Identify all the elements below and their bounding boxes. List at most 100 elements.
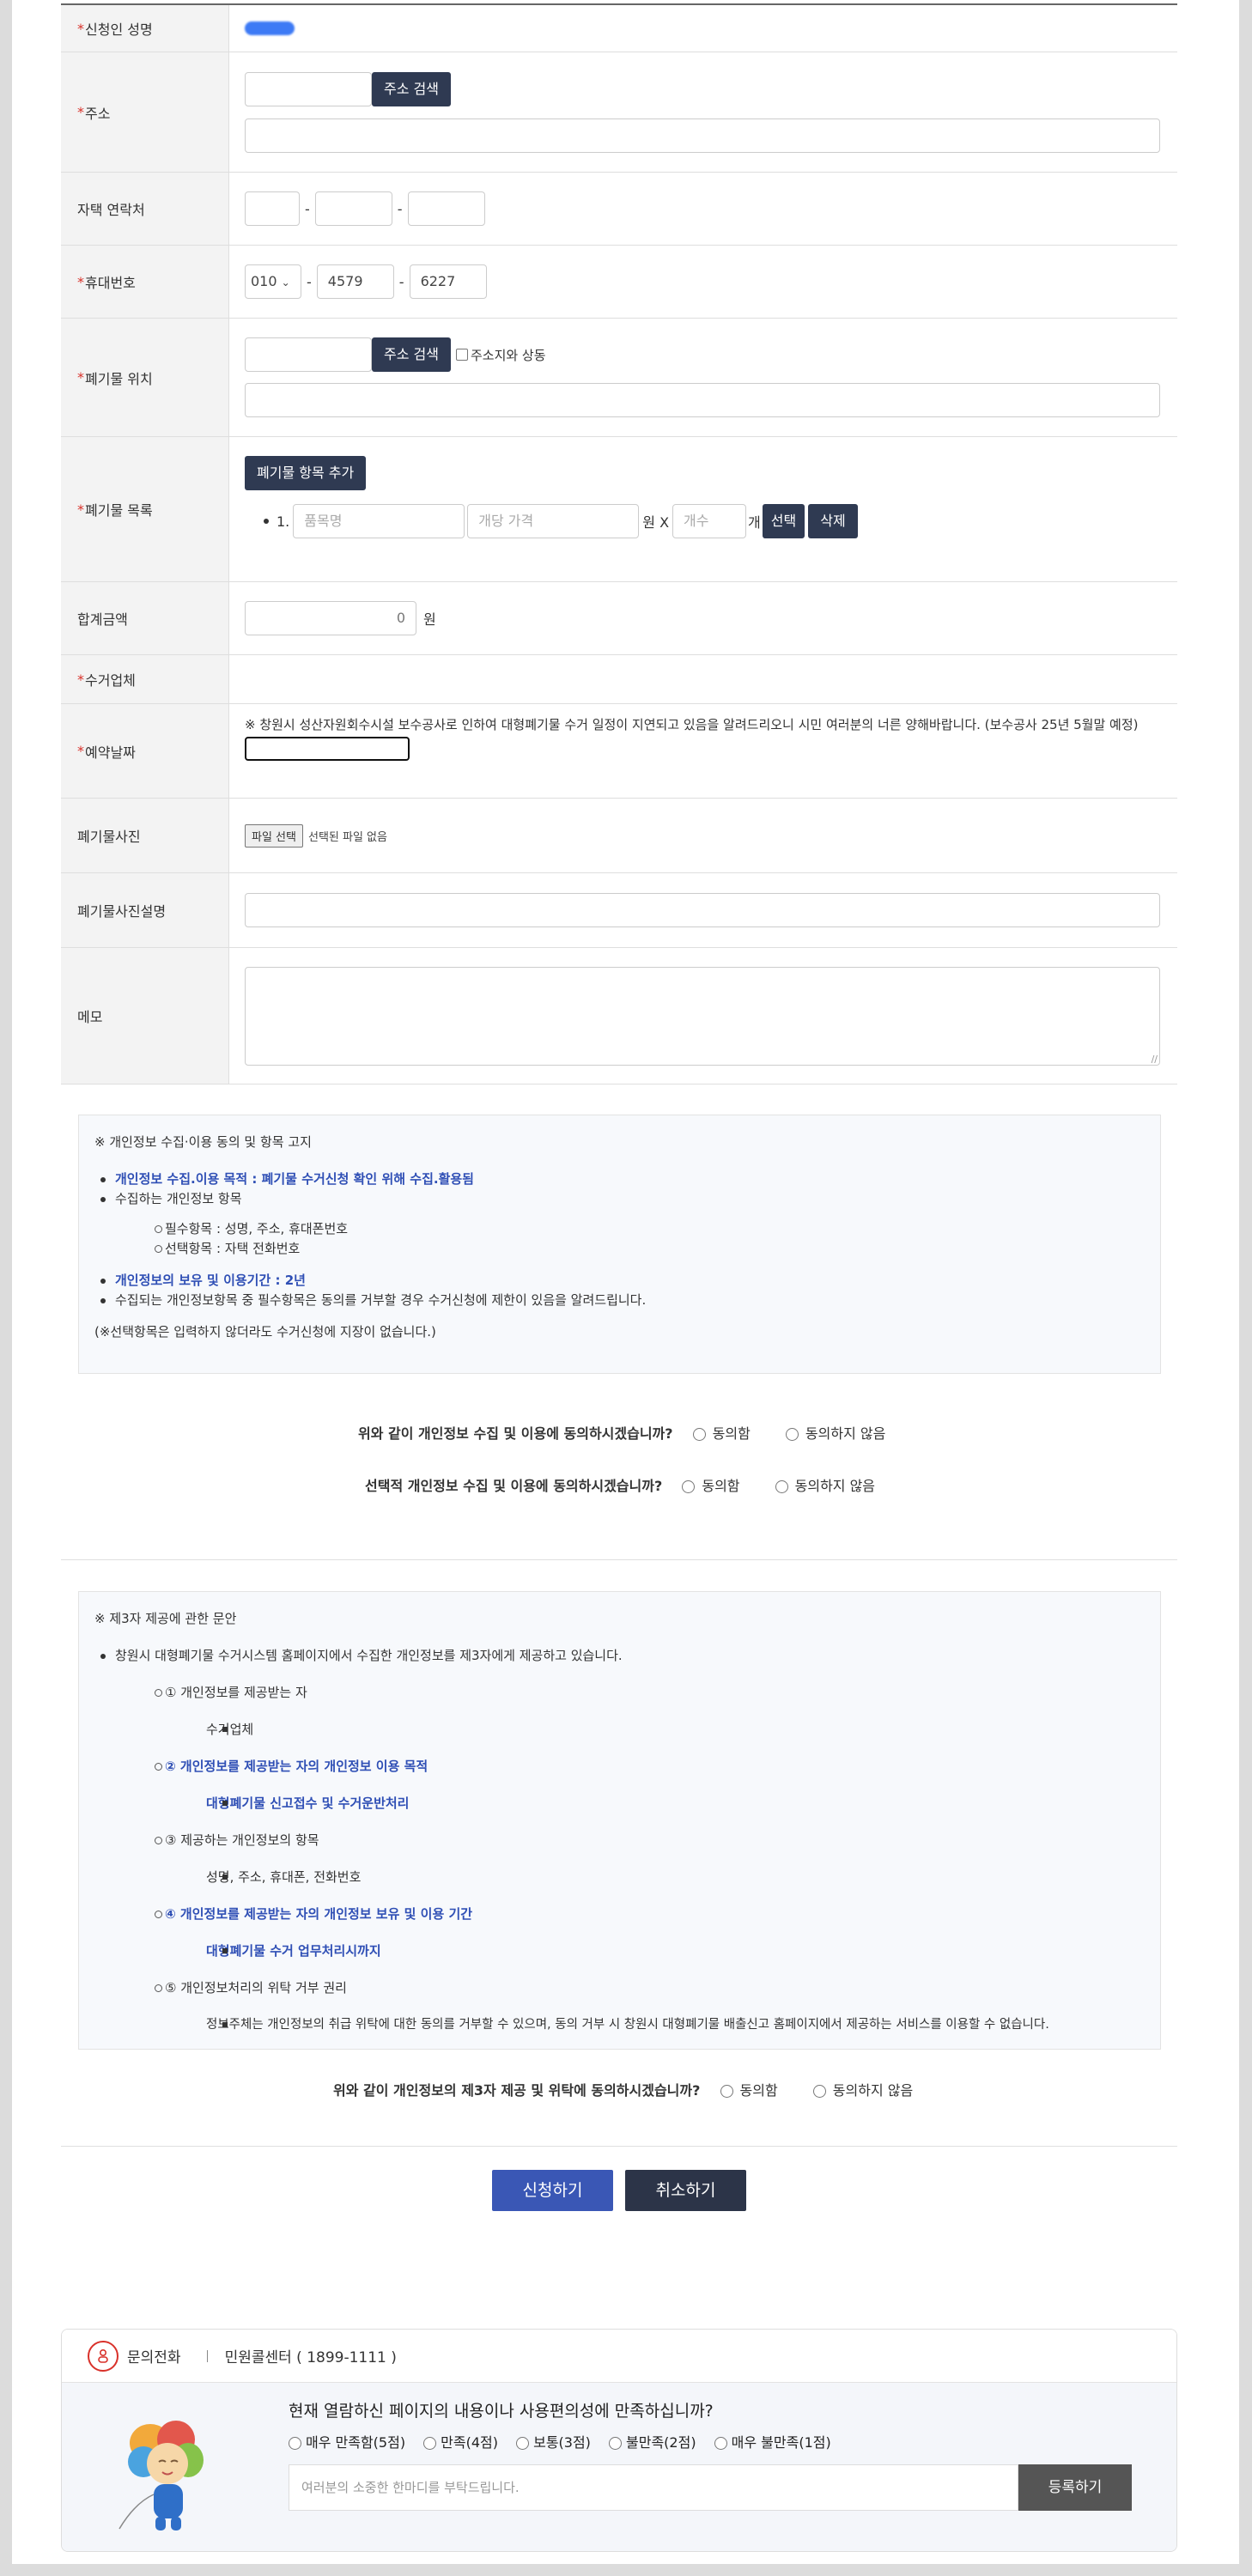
address-detail-input[interactable] [245, 118, 1160, 153]
row-applicant: * 신청인 성명 [61, 5, 1177, 52]
third-items-title: ③ 제공하는 개인정보의 항목 [94, 1831, 1145, 1850]
survey-option-2-radio[interactable] [609, 2437, 623, 2450]
row-photo: 폐기물사진 파일 선택 선택된 파일 없음 [61, 799, 1177, 873]
consent-collection-disagree-radio[interactable] [785, 1428, 799, 1441]
waste-list-label: 폐기물 목록 [85, 502, 153, 519]
consent-third-disagree-radio[interactable] [812, 2085, 826, 2098]
survey-options: 매우 만족함(5점) 만족(4점) 보통(3점) 불만족(2점) 매우 불만족(… [289, 2431, 831, 2451]
total-unit: 원 [423, 611, 436, 628]
memo-textarea[interactable]: ∕∕ [245, 967, 1160, 1066]
consent-third-agree-radio[interactable] [720, 2085, 733, 2098]
third-intro: 창원시 대형폐기물 수거시스템 홈페이지에서 수집한 개인정보를 제3자에게 제… [94, 1646, 1145, 1666]
same-address-checkbox[interactable] [455, 349, 468, 361]
third-recipient: 수거업체 [94, 1720, 1145, 1740]
photo-label: 폐기물사진 [77, 829, 141, 845]
row-photo-desc: 폐기물사진설명 [61, 873, 1177, 948]
consent-optional-question: 선택적 개인정보 수집 및 이용에 동의하시겠습니까? [365, 1478, 663, 1494]
date-input[interactable] [245, 737, 410, 761]
row-reservation-date: * 예약날짜 ※ 창원시 성산자원회수시설 보수공사로 인하여 대형폐기물 수거 … [61, 704, 1177, 799]
third-purpose: 대형폐기물 신고접수 및 수거운반처리 [94, 1794, 1145, 1814]
page: * 신청인 성명 * 주소 주소 검색 자택 연락처 -- * 휴대번호 010… [12, 0, 1239, 2564]
privacy-notice: ※ 개인정보 수집·이용 동의 및 항목 고지 개인정보 수집.이용 목적 : … [78, 1115, 1161, 1374]
third-purpose-title: ② 개인정보를 제공받는 자의 개인정보 이용 목적 [94, 1757, 1145, 1777]
photo-desc-label: 폐기물사진설명 [77, 903, 167, 920]
row-collector: * 수거업체 [61, 655, 1177, 704]
consent-collection: 위와 같이 개인정보 수집 및 이용에 동의하시겠습니까? 동의함 동의하지 않… [358, 1425, 886, 1442]
collector-label: 수거업체 [85, 672, 136, 689]
privacy-purpose: 개인정보 수집.이용 목적 : 폐기물 수거신청 확인 위해 수집.활용됨 [94, 1170, 1145, 1189]
mobile-last-input[interactable]: 6227 [409, 264, 487, 299]
applicant-name-redacted [245, 21, 295, 35]
row-waste-list: * 폐기물 목록 폐기물 항목 추가 1. 품목명 개당 가격 원 X 개수 개 … [61, 437, 1177, 582]
waste-address-search-button[interactable]: 주소 검색 [372, 337, 451, 372]
privacy-retention: 개인정보의 보유 및 이용기간 : 2년 [94, 1271, 1145, 1291]
total-label: 합계금액 [77, 611, 128, 628]
total-amount-input: 0 [245, 601, 416, 635]
survey-option-1-radio[interactable] [714, 2437, 727, 2450]
item-price-input[interactable]: 개당 가격 [467, 504, 640, 538]
consent-collection-agree-radio[interactable] [692, 1428, 706, 1441]
item-count-input[interactable]: 개수 [672, 504, 747, 538]
third-period-title: ④ 개인정보를 제공받는 자의 개인정보 보유 및 이용 기간 [94, 1905, 1145, 1924]
survey-question: 현재 열람하신 페이지의 내용이나 사용편의성에 만족하십니까? [289, 2402, 714, 2421]
consent-optional-disagree-radio[interactable] [775, 1480, 788, 1493]
add-waste-item-button[interactable]: 폐기물 항목 추가 [245, 456, 367, 490]
item-name-input[interactable]: 품목명 [293, 504, 465, 538]
submit-button[interactable]: 신청하기 [492, 2170, 613, 2211]
file-none-label: 선택된 파일 없음 [307, 830, 387, 844]
privacy-required-items: 필수항목 : 성명, 주소, 휴대폰번호 [94, 1219, 1145, 1239]
mobile-mid-input[interactable]: 4579 [316, 264, 394, 299]
item-number: 1. [277, 513, 290, 530]
privacy-items-title: 수집하는 개인정보 항목 [94, 1189, 1145, 1209]
third-right: 정보주체는 개인정보의 취급 위탁에 대한 동의를 거부할 수 있으며, 동의 … [94, 2015, 1145, 2035]
consent-optional-agree-radio[interactable] [682, 1480, 696, 1493]
privacy-optional-note: (※선택항목은 입력하지 않더라도 수거신청에 지장이 없습니다.) [94, 1324, 436, 1340]
file-choose-button[interactable]: 파일 선택 [245, 823, 303, 848]
waste-address-detail-input[interactable] [245, 383, 1160, 417]
privacy-title: ※ 개인정보 수집·이용 동의 및 항목 고지 [94, 1134, 312, 1150]
third-party-notice: ※ 제3자 제공에 관한 문안 창원시 대형폐기물 수거시스템 홈페이지에서 수… [78, 1591, 1161, 2050]
register-button[interactable]: 등록하기 [1018, 2464, 1132, 2511]
mobile-prefix-select[interactable]: 010 ⌄ [245, 264, 301, 299]
address-search-button[interactable]: 주소 검색 [372, 72, 451, 106]
consent-optional: 선택적 개인정보 수집 및 이용에 동의하시겠습니까? 동의함 동의하지 않음 [365, 1478, 876, 1494]
home-phone-1-input[interactable] [245, 191, 300, 226]
memo-label: 메모 [77, 1009, 103, 1025]
waste-postcode-input[interactable] [245, 337, 372, 372]
resize-handle-icon[interactable]: ∕∕ [1152, 1054, 1158, 1065]
home-phone-label: 자택 연락처 [77, 202, 145, 218]
delete-item-button[interactable]: 삭제 [808, 504, 858, 538]
won-x-label: 원 X [642, 514, 670, 531]
chevron-down-icon: ⌄ [281, 276, 290, 289]
photo-desc-input[interactable] [245, 893, 1160, 927]
row-total: 합계금액 0 원 [61, 582, 1177, 655]
consent-collection-question: 위와 같이 개인정보 수집 및 이용에 동의하시겠습니까? [358, 1425, 673, 1442]
cancel-button[interactable]: 취소하기 [625, 2170, 746, 2211]
third-period: 대형폐기물 수거 업무처리시까지 [94, 1941, 1145, 1961]
third-items: 성명, 주소, 휴대폰, 전화번호 [94, 1868, 1145, 1887]
consent-third-question: 위와 같이 개인정보의 제3자 제공 및 위탁에 동의하시겠습니까? [333, 2082, 701, 2099]
privacy-optional-items: 선택항목 : 자택 전화번호 [94, 1239, 1145, 1259]
mascot-image [109, 2409, 212, 2537]
survey-option-4-radio[interactable] [423, 2437, 437, 2450]
row-mobile: * 휴대번호 010 ⌄ -4579-6227 [61, 246, 1177, 319]
home-phone-2-input[interactable] [314, 191, 392, 226]
same-address-label: 주소지와 상동 [470, 347, 546, 363]
row-memo: 메모 ∕∕ [61, 948, 1177, 1084]
third-title: ※ 제3자 제공에 관한 문안 [94, 1611, 237, 1626]
third-recipient-title: ① 개인정보를 제공받는 자 [94, 1683, 1145, 1703]
survey-comment-input[interactable]: 여러분의 소중한 한마디를 부탁드립니다. [289, 2464, 1018, 2511]
survey-option-3-radio[interactable] [516, 2437, 530, 2450]
survey-option-5-radio[interactable] [289, 2437, 301, 2450]
select-item-button[interactable]: 선택 [762, 504, 805, 538]
applicant-label: 신청인 성명 [85, 21, 153, 38]
waste-item-row: 1. 품목명 개당 가격 원 X 개수 개 선택 삭제 [245, 504, 1162, 538]
divider [61, 1559, 1177, 1560]
postcode-input[interactable] [245, 72, 372, 106]
row-home-phone: 자택 연락처 -- [61, 173, 1177, 246]
date-label: 예약날짜 [85, 744, 136, 761]
home-phone-3-input[interactable] [407, 191, 485, 226]
waste-location-label: 폐기물 위치 [85, 370, 153, 387]
third-right-title: ⑤ 개인정보처리의 위탁 거부 권리 [94, 1978, 1145, 1998]
date-notice: ※ 창원시 성산자원회수시설 보수공사로 인하여 대형폐기물 수거 일정이 지연… [245, 717, 1139, 732]
